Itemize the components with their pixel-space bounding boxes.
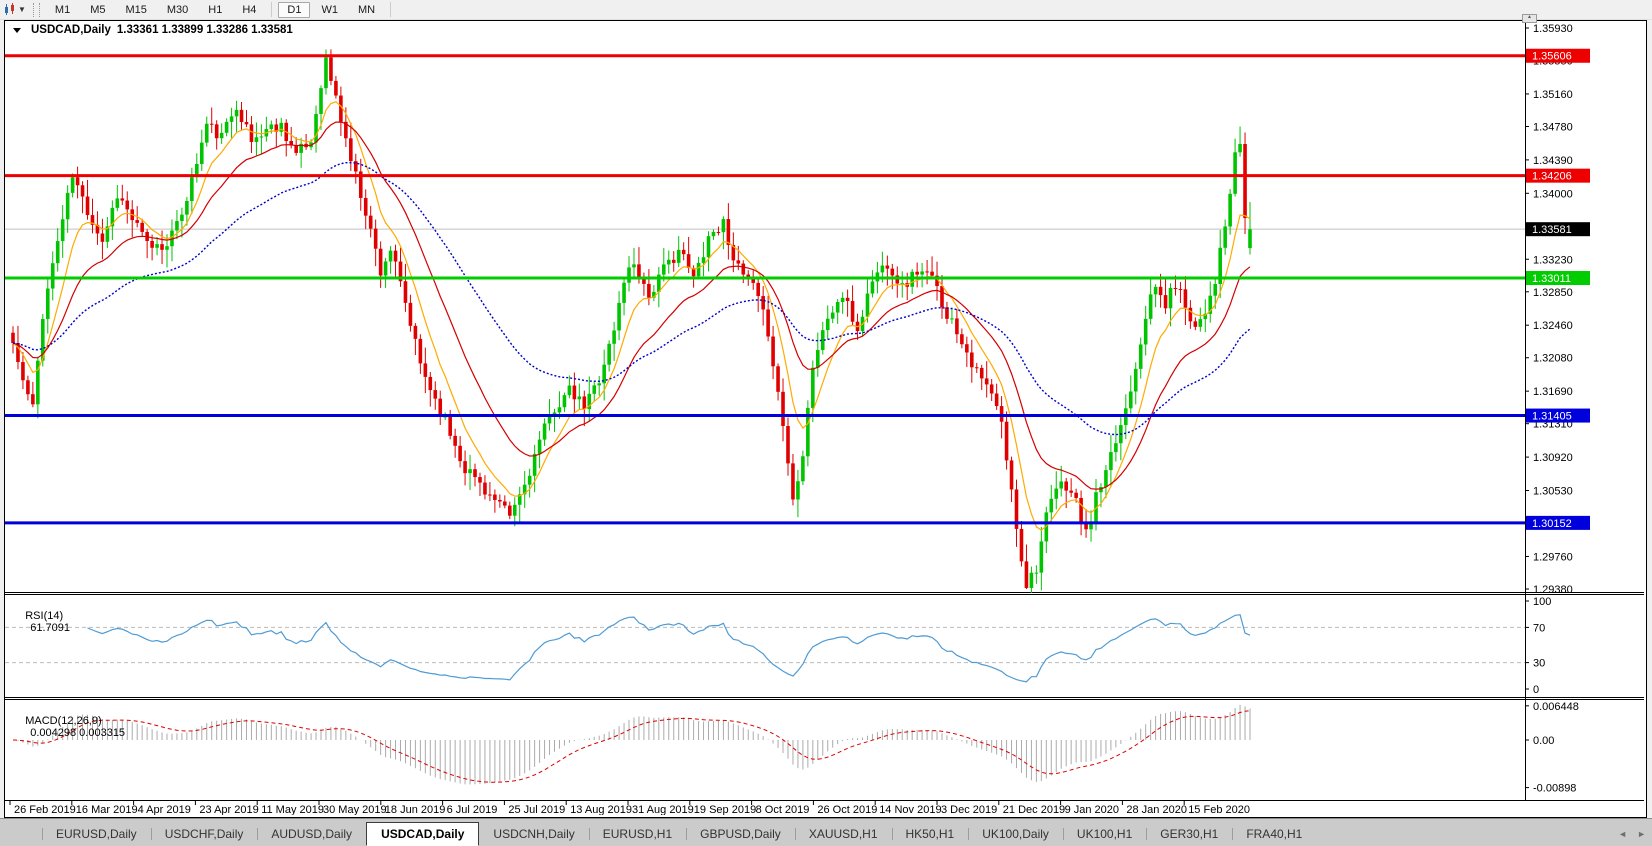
price-badge-label: 1.33011 bbox=[1532, 273, 1571, 285]
date-label: 26 Oct 2019 bbox=[817, 804, 877, 815]
price-tick-label: 1.34390 bbox=[1533, 155, 1573, 167]
chart-tab-bar: EURUSD,DailyUSDCHF,DailyAUDUSD,DailyUSDC… bbox=[0, 818, 1652, 846]
tab-scroll-right-icon[interactable]: ► bbox=[1637, 828, 1646, 840]
rsi-tick-label: 30 bbox=[1533, 658, 1545, 670]
tab-usdchf-daily[interactable]: USDCHF,Daily bbox=[151, 824, 258, 844]
date-label: 30 May 2019 bbox=[323, 804, 387, 815]
date-label: 16 Mar 2019 bbox=[76, 804, 138, 815]
date-label: 23 Apr 2019 bbox=[199, 804, 258, 815]
timeframe-button-h1[interactable]: H1 bbox=[199, 2, 231, 18]
price-badge-label: 1.34206 bbox=[1532, 171, 1572, 183]
toolbar-grip[interactable] bbox=[33, 3, 40, 17]
tab-audusd-daily[interactable]: AUDUSD,Daily bbox=[257, 824, 366, 844]
chart-window: 1.359301.355501.351601.347801.343901.340… bbox=[4, 20, 1647, 818]
toolbar-separator bbox=[271, 2, 272, 17]
price-tick-label: 1.35930 bbox=[1533, 23, 1573, 35]
macd-tick-label: 0.00 bbox=[1533, 735, 1554, 747]
timeframe-button-m5[interactable]: M5 bbox=[81, 2, 114, 18]
price-badge-label: 1.30152 bbox=[1532, 518, 1572, 530]
rsi-line bbox=[88, 615, 1251, 682]
price-tick-label: 1.29380 bbox=[1533, 584, 1573, 596]
price-tick-label: 1.35160 bbox=[1533, 89, 1573, 101]
date-label: 13 Aug 2019 bbox=[570, 804, 632, 815]
date-label: 31 Aug 2019 bbox=[632, 804, 694, 815]
tab-usdcad-daily[interactable]: USDCAD,Daily bbox=[366, 822, 479, 846]
tab-usdcnh-daily[interactable]: USDCNH,Daily bbox=[479, 824, 588, 844]
date-label: 28 Jan 2020 bbox=[1126, 804, 1187, 815]
tab-fra40-h1[interactable]: FRA40,H1 bbox=[1232, 824, 1316, 844]
chart-type-button[interactable]: ▼ bbox=[0, 2, 29, 17]
timeframe-button-w1[interactable]: W1 bbox=[312, 2, 347, 18]
tab-uk100-h1[interactable]: UK100,H1 bbox=[1063, 824, 1146, 844]
date-label: 3 Dec 2019 bbox=[941, 804, 997, 815]
price-badge-label: 1.33581 bbox=[1532, 224, 1572, 236]
macd-signal-line bbox=[13, 711, 1250, 783]
rsi-tick-label: 100 bbox=[1533, 596, 1551, 608]
candlestick-series bbox=[11, 49, 1252, 593]
price-tick-label: 1.32850 bbox=[1533, 287, 1573, 299]
tab-xauusd-h1[interactable]: XAUUSD,H1 bbox=[795, 824, 892, 844]
slow-ma-line bbox=[13, 163, 1250, 435]
candlestick-chart-icon bbox=[3, 3, 16, 16]
date-label: 9 Jan 2020 bbox=[1065, 804, 1119, 815]
price-badge-label: 1.35606 bbox=[1532, 51, 1572, 63]
date-label: 14 Nov 2019 bbox=[879, 804, 941, 815]
top-toolbar: ▼ M1M5M15M30H1H4 D1W1MN bbox=[0, 0, 1652, 20]
price-tick-label: 1.32080 bbox=[1533, 353, 1573, 365]
tab-eurusd-h1[interactable]: EURUSD,H1 bbox=[589, 824, 686, 844]
timeframe-button-d1[interactable]: D1 bbox=[278, 2, 310, 18]
tab-gbpusd-daily[interactable]: GBPUSD,Daily bbox=[686, 824, 795, 844]
tab-eurusd-daily[interactable]: EURUSD,Daily bbox=[42, 824, 151, 844]
rsi-tick-label: 0 bbox=[1533, 684, 1539, 696]
date-label: 19 Sep 2019 bbox=[694, 804, 756, 815]
tab-uk100-daily[interactable]: UK100,Daily bbox=[968, 824, 1063, 844]
timeframe-button-m15[interactable]: M15 bbox=[116, 2, 155, 18]
timeframe-button-m1[interactable]: M1 bbox=[46, 2, 79, 18]
toolbar-separator bbox=[390, 2, 391, 17]
price-tick-label: 1.32460 bbox=[1533, 320, 1573, 332]
timeframe-button-m30[interactable]: M30 bbox=[158, 2, 197, 18]
chart-scroll-up-button[interactable]: ▲ bbox=[1522, 14, 1537, 23]
price-badge-label: 1.31405 bbox=[1532, 411, 1572, 423]
dropdown-caret-icon[interactable]: ▼ bbox=[18, 5, 26, 14]
macd-tick-label: 0.006448 bbox=[1533, 701, 1579, 713]
macd-tick-label: -0.00898 bbox=[1533, 783, 1576, 795]
tab-ger30-h1[interactable]: GER30,H1 bbox=[1146, 824, 1232, 844]
date-label: 21 Dec 2019 bbox=[1003, 804, 1065, 815]
price-tick-label: 1.34000 bbox=[1533, 188, 1573, 200]
date-label: 18 Jun 2019 bbox=[385, 804, 446, 815]
price-tick-label: 1.34780 bbox=[1533, 121, 1573, 133]
date-label: 15 Feb 2020 bbox=[1188, 804, 1250, 815]
macd-histogram bbox=[13, 705, 1250, 785]
timeframe-button-mn[interactable]: MN bbox=[349, 2, 384, 18]
date-label: 26 Feb 2019 bbox=[14, 804, 76, 815]
price-tick-label: 1.33230 bbox=[1533, 254, 1573, 266]
price-tick-label: 1.29760 bbox=[1533, 551, 1573, 563]
date-label: 25 Jul 2019 bbox=[508, 804, 565, 815]
chart-canvas[interactable]: 1.359301.355501.351601.347801.343901.340… bbox=[5, 21, 1644, 815]
date-label: 4 Apr 2019 bbox=[138, 804, 191, 815]
rsi-tick-label: 70 bbox=[1533, 622, 1545, 634]
tab-scroll-left-icon[interactable]: ◄ bbox=[1618, 828, 1627, 840]
price-tick-label: 1.30920 bbox=[1533, 452, 1573, 464]
date-label: 11 May 2019 bbox=[261, 804, 324, 815]
tab-hk50-h1[interactable]: HK50,H1 bbox=[892, 824, 969, 844]
date-label: 6 Jul 2019 bbox=[447, 804, 498, 815]
date-label: 8 Oct 2019 bbox=[756, 804, 810, 815]
price-tick-label: 1.30530 bbox=[1533, 486, 1573, 498]
timeframe-button-h4[interactable]: H4 bbox=[233, 2, 265, 18]
price-tick-label: 1.31690 bbox=[1533, 386, 1573, 398]
